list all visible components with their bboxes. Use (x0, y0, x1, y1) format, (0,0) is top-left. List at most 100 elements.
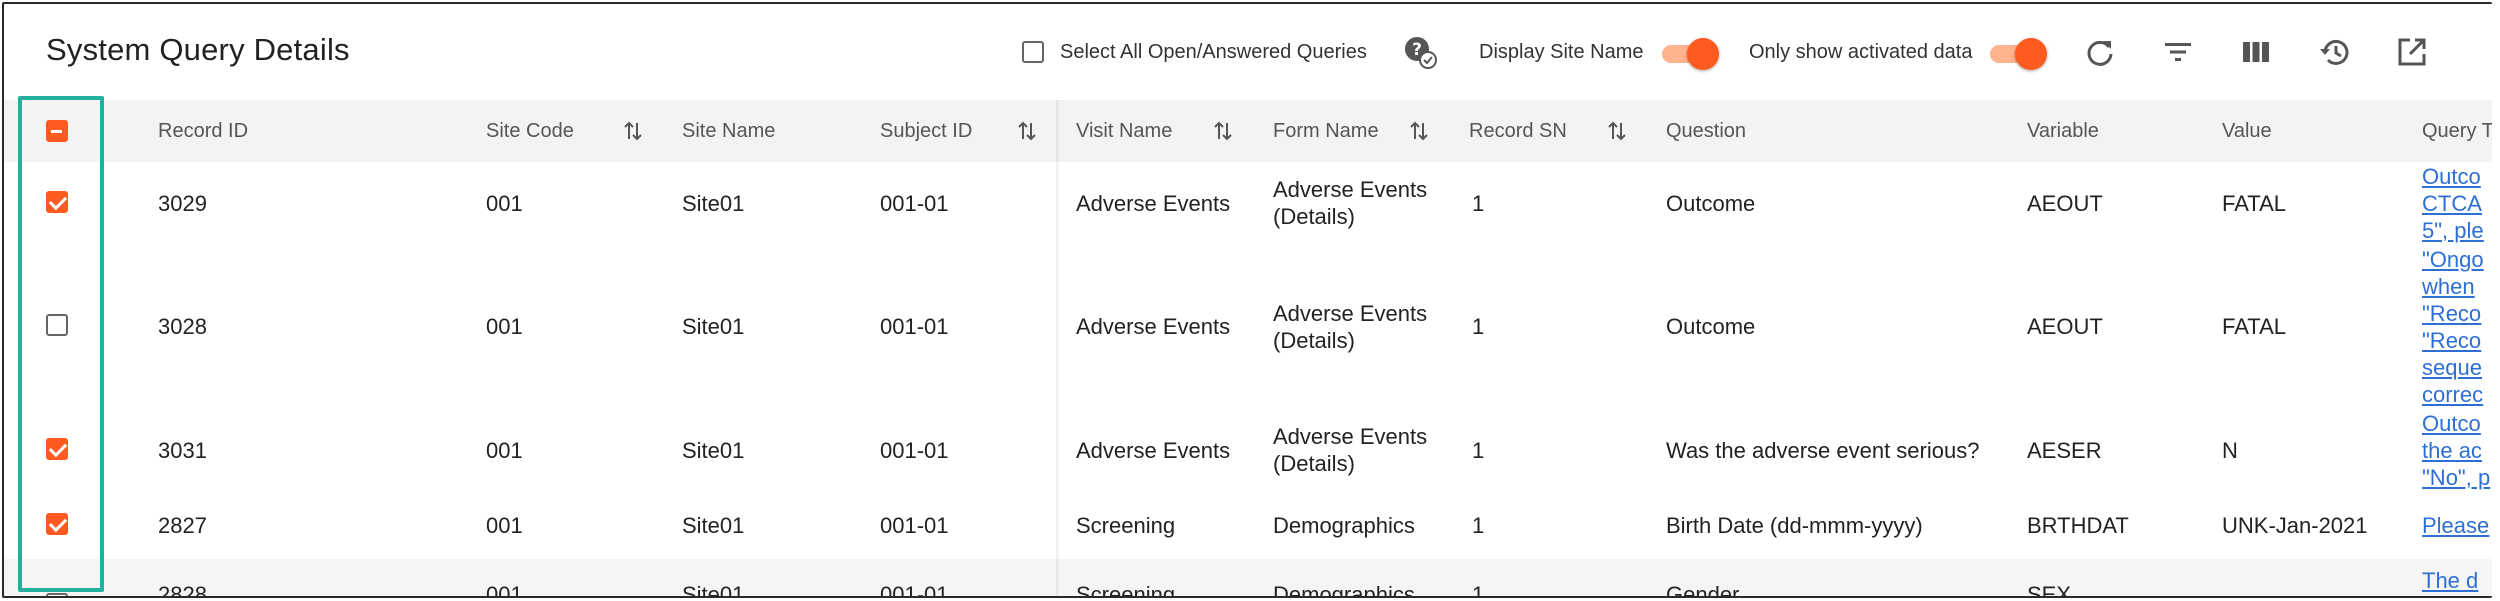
record-id-cell: 2827 (158, 512, 207, 538)
only-activated-toggle[interactable] (1990, 38, 2048, 70)
column-header-site-name[interactable]: Site Name (682, 100, 775, 162)
site-name-cell: Site01 (682, 582, 745, 598)
site-code-cell: 001 (486, 190, 523, 216)
column-header-value[interactable]: Value (2222, 100, 2272, 162)
site-name-cell: Site01 (682, 437, 745, 463)
table-header: Record ID Site Code Site Name Subject ID… (4, 100, 2492, 163)
table-row[interactable]: 3029 001 Site01 001-01 Adverse Events Ad… (4, 162, 2492, 245)
table-row[interactable]: 2828 001 Site01 001-01 Screening Demogra… (4, 559, 2492, 598)
columns-icon[interactable] (2236, 32, 2276, 72)
record-id-cell: 3031 (158, 437, 207, 463)
display-site-name-control: Display Site Name (1479, 4, 1719, 100)
site-code-cell: 001 (486, 437, 523, 463)
select-all-label: Select All Open/Answered Queries (1060, 40, 1367, 63)
site-name-cell: Site01 (682, 512, 745, 538)
table-row[interactable]: 3031 001 Site01 001-01 Adverse Events Ad… (4, 409, 2492, 492)
question-cell: Outcome (1666, 190, 1756, 216)
table-row[interactable]: 2827 001 Site01 001-01 Screening Demogra… (4, 491, 2492, 560)
query-text-link[interactable]: Outco the ac "No", p (2422, 409, 2492, 491)
form-name-cell: Adverse Events (Details) (1273, 424, 1428, 476)
record-id-cell: 3029 (158, 190, 207, 216)
visit-name-cell: Adverse Events (1076, 314, 1231, 339)
record-sn-cell: 1 (1472, 512, 1485, 538)
query-text-link[interactable]: Please (2422, 491, 2492, 559)
form-name-cell: Demographics (1273, 582, 1415, 598)
site-code-cell: 001 (486, 314, 523, 339)
panel-header: System Query Details Select All Open/Ans… (4, 4, 2492, 100)
column-header-subject-id[interactable]: Subject ID (880, 100, 972, 162)
column-header-record-sn[interactable]: Record SN (1469, 100, 1567, 162)
value-cell: N (2222, 437, 2238, 463)
row-checkbox[interactable] (46, 593, 68, 596)
form-name-cell: Adverse Events (Details) (1273, 177, 1428, 229)
sort-icon[interactable] (1408, 120, 1430, 142)
select-all-control[interactable]: Select All Open/Answered Queries (1022, 4, 1367, 100)
select-all-rows-checkbox[interactable] (46, 120, 68, 147)
question-cell: Birth Date (dd-mmm-yyyy) (1666, 512, 1923, 538)
row-checkbox[interactable] (46, 513, 68, 540)
query-table: Record ID Site Code Site Name Subject ID… (4, 100, 2492, 596)
sort-icon[interactable] (1606, 120, 1628, 142)
page-title: System Query Details (46, 32, 350, 67)
question-cell: Was the adverse event serious? (1666, 437, 1980, 463)
history-icon[interactable] (2314, 32, 2354, 72)
row-checkbox[interactable] (46, 191, 68, 218)
display-site-name-label: Display Site Name (1479, 40, 1644, 63)
refresh-icon[interactable] (2080, 32, 2120, 72)
value-cell: UNK-Jan-2021 (2222, 512, 2368, 538)
subject-id-cell: 001-01 (880, 437, 949, 463)
record-sn-cell: 1 (1472, 437, 1485, 463)
help-check-icon[interactable]: ? (1400, 32, 1440, 72)
site-name-cell: Site01 (682, 190, 745, 216)
variable-cell: AESER (2027, 437, 2102, 463)
variable-cell: BRTHDAT (2027, 512, 2129, 538)
variable-cell: AEOUT (2027, 190, 2103, 216)
visit-name-cell: Screening (1076, 512, 1176, 538)
row-checkbox[interactable] (46, 314, 68, 341)
site-code-cell: 001 (486, 582, 523, 598)
record-sn-cell: 1 (1472, 314, 1485, 339)
column-header-record-id[interactable]: Record ID (158, 100, 248, 162)
sort-icon[interactable] (1016, 120, 1038, 142)
form-name-cell: Adverse Events (Details) (1273, 300, 1428, 353)
open-external-icon[interactable] (2392, 32, 2432, 72)
display-site-name-toggle[interactable] (1661, 38, 1719, 70)
record-id-cell: 3028 (158, 314, 207, 339)
value-cell: FATAL (2222, 190, 2286, 216)
sort-icon[interactable] (622, 120, 644, 142)
query-text-link[interactable]: "Ongo when "Reco "Reco seque correc (2422, 244, 2492, 409)
subject-id-cell: 001-01 (880, 582, 949, 598)
query-text-link[interactable]: Outco CTCA 5", ple (2422, 162, 2492, 244)
only-activated-control: Only show activated data (1749, 4, 2048, 100)
table-row[interactable]: 3028 001 Site01 001-01 Adverse Events Ad… (4, 244, 2492, 410)
row-checkbox[interactable] (46, 438, 68, 465)
record-sn-cell: 1 (1472, 582, 1485, 598)
only-activated-label: Only show activated data (1749, 40, 1973, 63)
site-name-cell: Site01 (682, 314, 745, 339)
site-code-cell: 001 (486, 512, 523, 538)
column-header-form-name[interactable]: Form Name (1273, 100, 1379, 162)
filter-icon[interactable] (2158, 32, 2198, 72)
query-details-panel: System Query Details Select All Open/Ans… (2, 2, 2492, 598)
variable-cell: SEX (2027, 582, 2072, 598)
query-text-link[interactable]: The d (2422, 567, 2492, 594)
form-name-cell: Demographics (1273, 512, 1415, 538)
visit-name-cell: Adverse Events (1076, 437, 1231, 463)
value-cell: FATAL (2222, 314, 2286, 339)
visit-name-cell: Screening (1076, 582, 1176, 598)
question-cell: Outcome (1666, 314, 1756, 339)
column-header-site-code[interactable]: Site Code (486, 100, 574, 162)
visit-name-cell: Adverse Events (1076, 190, 1231, 216)
question-cell: Gender (1666, 582, 1740, 598)
record-id-cell: 2828 (158, 582, 207, 598)
variable-cell: AEOUT (2027, 314, 2103, 339)
column-header-variable[interactable]: Variable (2027, 100, 2099, 162)
column-header-visit-name[interactable]: Visit Name (1076, 100, 1172, 162)
subject-id-cell: 001-01 (880, 314, 949, 339)
column-header-question[interactable]: Question (1666, 100, 1746, 162)
sort-icon[interactable] (1212, 120, 1234, 142)
column-header-query-text[interactable]: Query T (2422, 100, 2492, 162)
subject-id-cell: 001-01 (880, 512, 949, 538)
subject-id-cell: 001-01 (880, 190, 949, 216)
select-all-checkbox[interactable] (1022, 41, 1044, 63)
